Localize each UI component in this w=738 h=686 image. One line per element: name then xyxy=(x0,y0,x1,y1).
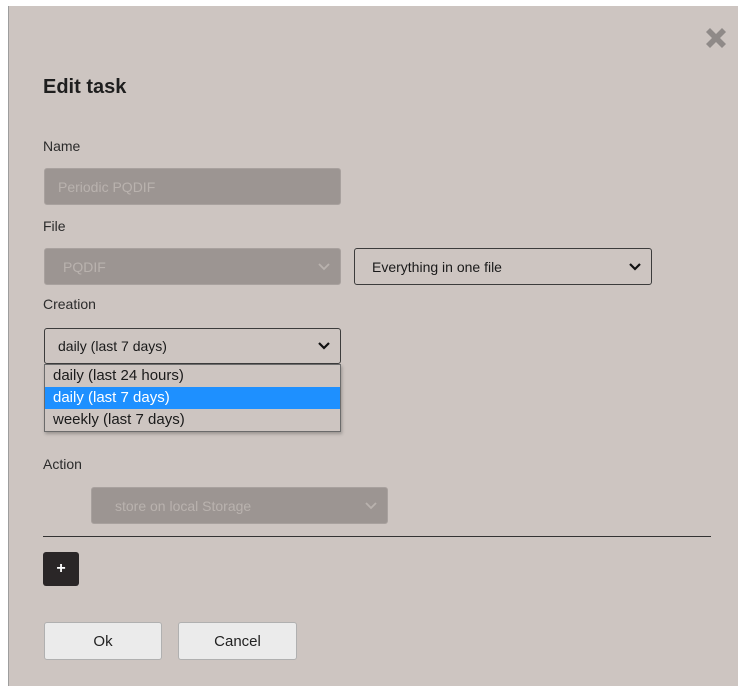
file-format-value: PQDIF xyxy=(63,258,106,275)
chevron-down-icon xyxy=(318,262,330,270)
creation-selected-value: daily (last 7 days) xyxy=(58,338,167,354)
file-split-value: Everything in one file xyxy=(372,258,502,275)
edit-task-dialog: Edit task Name Periodic PQDIF File PQDIF… xyxy=(8,6,738,686)
file-format-select: PQDIF xyxy=(44,248,341,285)
creation-dropdown-list: daily (last 24 hours) daily (last 7 days… xyxy=(44,364,341,432)
creation-option-selected[interactable]: daily (last 7 days) xyxy=(45,387,340,409)
creation-option[interactable]: weekly (last 7 days) xyxy=(45,409,340,431)
action-value: store on local Storage xyxy=(115,497,252,514)
chevron-down-icon xyxy=(365,501,377,509)
chevron-down-icon xyxy=(318,342,330,350)
action-select: store on local Storage xyxy=(91,487,388,524)
name-field: Periodic PQDIF xyxy=(44,168,341,205)
creation-select[interactable]: daily (last 7 days) xyxy=(44,328,341,364)
cancel-button[interactable]: Cancel xyxy=(178,622,297,660)
file-split-select[interactable]: Everything in one file xyxy=(354,248,652,285)
creation-label: Creation xyxy=(43,296,96,312)
add-action-button[interactable]: + xyxy=(43,552,79,586)
chevron-down-icon xyxy=(629,262,641,271)
close-icon[interactable] xyxy=(702,24,730,52)
divider xyxy=(43,536,711,537)
file-label: File xyxy=(43,218,66,234)
ok-button[interactable]: Ok xyxy=(44,622,162,660)
dialog-title: Edit task xyxy=(43,76,127,98)
dialog-edge xyxy=(8,6,9,686)
name-label: Name xyxy=(43,138,81,154)
name-value: Periodic PQDIF xyxy=(58,178,156,195)
creation-option[interactable]: daily (last 24 hours) xyxy=(45,365,340,387)
action-label: Action xyxy=(43,456,82,472)
